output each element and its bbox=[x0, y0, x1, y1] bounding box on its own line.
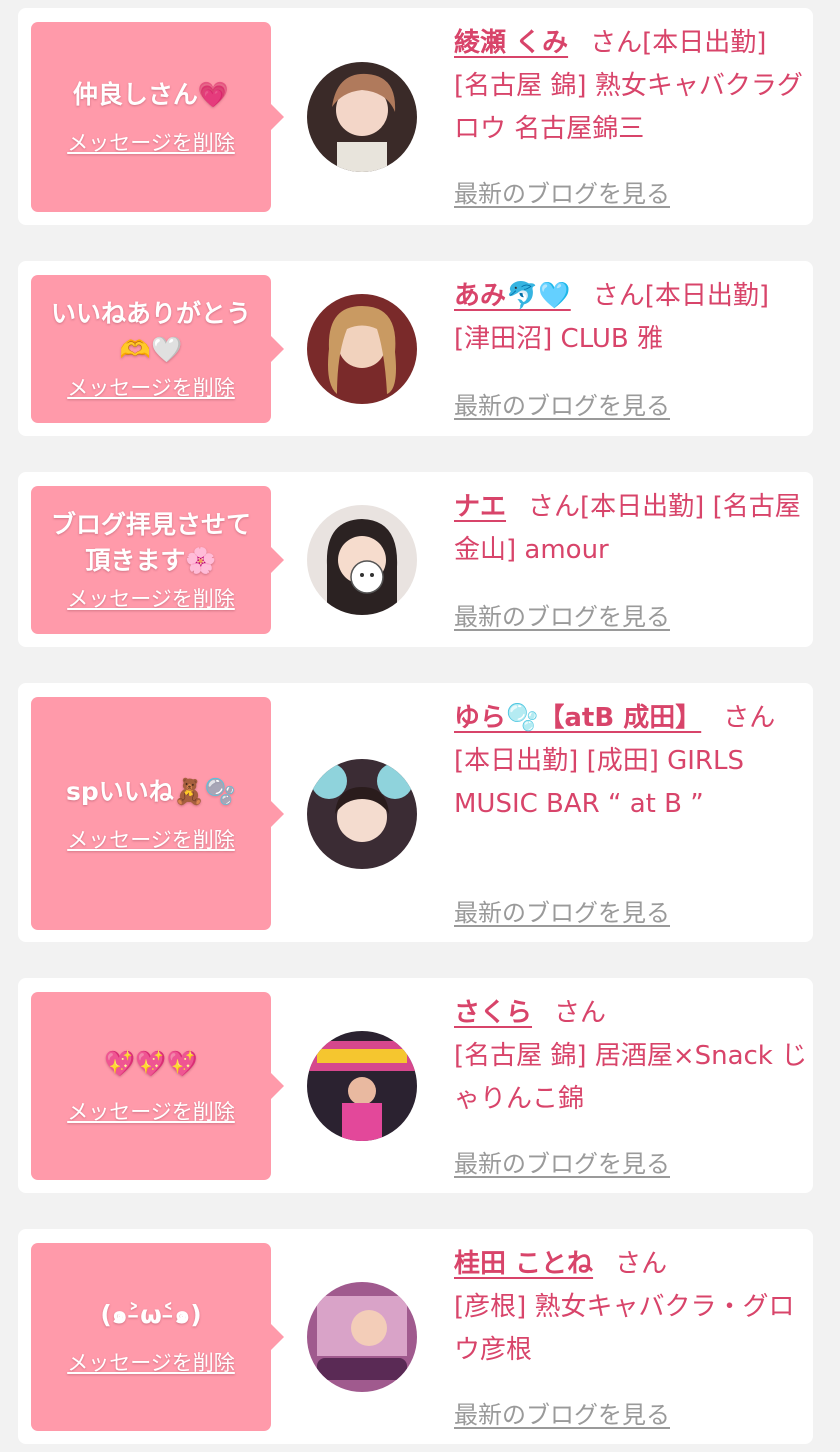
message-text: 仲良しさん💗 bbox=[72, 80, 230, 109]
message-card: 仲良しさん💗 メッセージを削除 綾瀬 くみ さん[本日出勤] [名古屋 錦] 熟女… bbox=[18, 8, 813, 225]
cast-info: ゆら🫧【atB 成田】 さん[本日出勤] [成田] GIRLS MUSIC BAR… bbox=[454, 697, 809, 826]
avatar[interactable] bbox=[307, 505, 417, 615]
cast-info: ナエ さん[本日出勤] [名古屋 金山] amour bbox=[454, 486, 809, 572]
message-bubble: 💖💖💖 メッセージを削除 bbox=[31, 992, 284, 1180]
cast-info: あみ🐬🩵 さん[本日出勤] [津田沼] CLUB 雅 bbox=[454, 275, 809, 361]
delete-message-link[interactable]: メッセージを削除 bbox=[67, 1347, 235, 1377]
cast-name-link[interactable]: ナエ bbox=[454, 492, 506, 522]
message-card: spいいね🧸🫧 メッセージを削除 ゆら🫧【atB 成田】 さん[本日出勤] [成田… bbox=[18, 683, 813, 942]
latest-blog-link[interactable]: 最新のブログを見る bbox=[454, 1144, 670, 1179]
latest-blog-link[interactable]: 最新のブログを見る bbox=[454, 386, 670, 421]
cast-info: 綾瀬 くみ さん[本日出勤] [名古屋 錦] 熟女キャバクラグロウ 名古屋錦三 bbox=[454, 22, 809, 151]
latest-blog-link[interactable]: 最新のブログを見る bbox=[454, 597, 670, 632]
delete-message-link[interactable]: メッセージを削除 bbox=[67, 1096, 235, 1126]
cast-name-link[interactable]: 桂田 ことね bbox=[454, 1249, 593, 1279]
honorific: さん bbox=[528, 492, 581, 522]
delete-message-link[interactable]: メッセージを削除 bbox=[67, 372, 235, 402]
cast-name-link[interactable]: あみ🐬🩵 bbox=[454, 281, 571, 311]
honorific: さん bbox=[590, 28, 643, 58]
latest-blog-link[interactable]: 最新のブログを見る bbox=[454, 1395, 670, 1430]
message-text: (๑˃̵ω˂̵๑) bbox=[100, 1300, 202, 1329]
shop-text: [名古屋 錦] 居酒屋×Snack じゃりんこ錦 bbox=[454, 1041, 808, 1114]
message-card: (๑˃̵ω˂̵๑) メッセージを削除 桂田 ことね さん [彦根] 熟女キャバクラ… bbox=[18, 1229, 813, 1444]
avatar[interactable] bbox=[307, 1282, 417, 1392]
delete-message-link[interactable]: メッセージを削除 bbox=[67, 583, 235, 613]
message-text: spいいね🧸🫧 bbox=[65, 776, 237, 806]
attendance-status: [本日出勤] bbox=[644, 281, 770, 311]
honorific: さん bbox=[615, 1249, 668, 1279]
message-text: いいねありがとう 🫶🤍 bbox=[50, 299, 251, 364]
message-text: ブログ拝見させて 頂きます🌸 bbox=[50, 510, 251, 575]
message-bubble: 仲良しさん💗 メッセージを削除 bbox=[31, 22, 284, 212]
cast-info: さくら さん [名古屋 錦] 居酒屋×Snack じゃりんこ錦 bbox=[454, 992, 809, 1121]
cast-info: 桂田 ことね さん [彦根] 熟女キャバクラ・グロウ彦根 bbox=[454, 1243, 809, 1372]
message-card: 💖💖💖 メッセージを削除 さくら さん [名古屋 錦] 居酒屋×Snack じゃり… bbox=[18, 978, 813, 1193]
message-card: ブログ拝見させて 頂きます🌸 メッセージを削除 ナエ さん[本日出勤] [名古屋 … bbox=[18, 472, 813, 647]
delete-message-link[interactable]: メッセージを削除 bbox=[67, 824, 235, 854]
message-card: いいねありがとう 🫶🤍 メッセージを削除 あみ🐬🩵 さん[本日出勤] [津田沼] … bbox=[18, 261, 813, 436]
delete-message-link[interactable]: メッセージを削除 bbox=[67, 127, 235, 157]
honorific: さん bbox=[723, 703, 776, 733]
message-text: 💖💖💖 bbox=[104, 1049, 198, 1078]
message-bubble: (๑˃̵ω˂̵๑) メッセージを削除 bbox=[31, 1243, 284, 1431]
honorific: さん bbox=[554, 998, 607, 1028]
shop-text: [名古屋 錦] 熟女キャバクラグロウ 名古屋錦三 bbox=[454, 71, 803, 144]
avatar[interactable] bbox=[307, 759, 417, 869]
message-bubble: ブログ拝見させて 頂きます🌸 メッセージを削除 bbox=[31, 486, 284, 634]
cast-name-link[interactable]: さくら bbox=[454, 998, 532, 1028]
avatar[interactable] bbox=[307, 1031, 417, 1141]
honorific: さん bbox=[592, 281, 645, 311]
shop-text: [津田沼] CLUB 雅 bbox=[454, 324, 664, 354]
latest-blog-link[interactable]: 最新のブログを見る bbox=[454, 174, 670, 209]
attendance-status: [本日出勤] bbox=[454, 746, 579, 776]
message-bubble: いいねありがとう 🫶🤍 メッセージを削除 bbox=[31, 275, 284, 423]
cast-name-link[interactable]: 綾瀬 くみ bbox=[454, 28, 568, 58]
attendance-status: [本日出勤] bbox=[642, 28, 767, 58]
cast-name-link[interactable]: ゆら🫧【atB 成田】 bbox=[454, 703, 701, 733]
message-bubble: spいいね🧸🫧 メッセージを削除 bbox=[31, 697, 284, 930]
avatar[interactable] bbox=[307, 294, 417, 404]
shop-text: [彦根] 熟女キャバクラ・グロウ彦根 bbox=[454, 1292, 795, 1365]
attendance-status: [本日出勤] bbox=[580, 492, 705, 522]
avatar[interactable] bbox=[307, 62, 417, 172]
latest-blog-link[interactable]: 最新のブログを見る bbox=[454, 893, 670, 928]
